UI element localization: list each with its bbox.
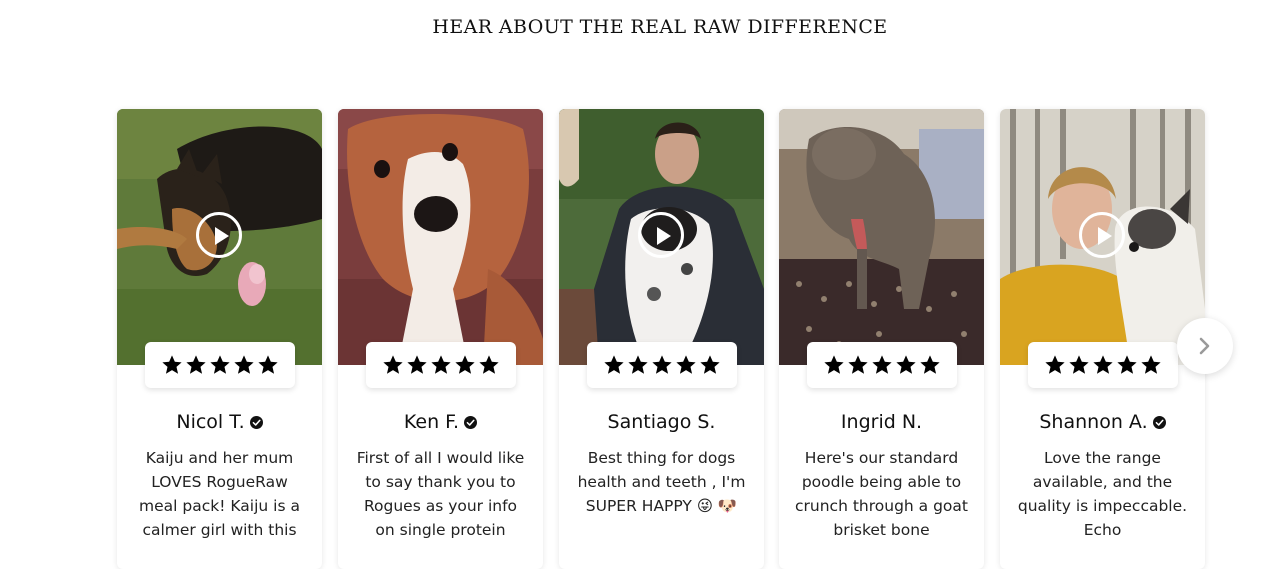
star-rating [806, 342, 957, 388]
chevron-right-icon [1199, 337, 1210, 355]
star-icon [603, 355, 624, 374]
verified-check-icon [249, 415, 263, 429]
reviewer-name-row: Santiago S. [559, 411, 764, 433]
carousel-next-button[interactable] [1177, 318, 1233, 374]
star-rating [1027, 342, 1178, 388]
review-video-thumbnail[interactable] [1000, 109, 1205, 365]
play-icon [214, 227, 229, 245]
reviewer-name-row: Ken F. [338, 411, 543, 433]
star-icon [871, 355, 892, 374]
poodle-image [779, 109, 984, 365]
review-text: Best thing for dogs health and teeth , I… [577, 449, 746, 515]
star-icon [847, 355, 868, 374]
reviewer-name: Ingrid N. [840, 411, 923, 433]
review-video-thumbnail[interactable] [779, 109, 984, 365]
star-icon [1092, 355, 1113, 374]
verified-check-icon [464, 415, 478, 429]
star-icon [675, 355, 696, 374]
reviewer-name-row: Ingrid N. [779, 411, 984, 433]
review-card: Nicol T. Kaiju and her mum LOVES RogueRa… [117, 109, 322, 569]
review-video-thumbnail[interactable] [559, 109, 764, 365]
review-video-thumbnail[interactable] [338, 109, 543, 365]
star-icon [627, 355, 648, 374]
review-text: Here's our standard poodle being able to… [795, 449, 968, 539]
review-text: Love the range available, and the qualit… [1017, 449, 1188, 539]
star-icon [161, 355, 182, 374]
play-button[interactable] [1078, 212, 1125, 258]
star-icon [382, 355, 403, 374]
review-card: Ingrid N. Here's our standard poodle bei… [779, 109, 984, 569]
verified-check-icon [1152, 415, 1166, 429]
star-icon [406, 355, 427, 374]
whippet-image [338, 109, 543, 365]
reviewer-name: Ken F. [403, 411, 460, 433]
review-text: Kaiju and her mum LOVES RogueRaw meal pa… [139, 449, 300, 539]
reviews-carousel: Nicol T. Kaiju and her mum LOVES RogueRa… [117, 109, 1207, 569]
star-icon [257, 355, 278, 374]
star-rating [586, 342, 737, 388]
reviewer-name-row: Nicol T. [117, 411, 322, 433]
star-icon [1068, 355, 1089, 374]
play-icon [656, 227, 671, 245]
star-icon [478, 355, 499, 374]
star-icon [185, 355, 206, 374]
star-icon [1044, 355, 1065, 374]
reviewer-name: Shannon A. [1039, 411, 1148, 433]
play-button[interactable] [637, 212, 684, 258]
star-icon [895, 355, 916, 374]
play-button[interactable] [195, 212, 242, 258]
star-icon [233, 355, 254, 374]
star-icon [699, 355, 720, 374]
review-video-thumbnail[interactable] [117, 109, 322, 365]
star-icon [1116, 355, 1137, 374]
star-icon [823, 355, 844, 374]
play-icon [1097, 227, 1112, 245]
star-icon [454, 355, 475, 374]
star-icon [209, 355, 230, 374]
section-title: HEAR ABOUT THE REAL RAW DIFFERENCE [432, 16, 888, 38]
reviewer-name-row: Shannon A. [1000, 411, 1205, 433]
reviewer-name: Santiago S. [607, 411, 716, 433]
star-icon [651, 355, 672, 374]
review-card: Shannon A. Love the range available, and… [1000, 109, 1205, 569]
review-text: First of all I would like to say thank y… [356, 449, 525, 539]
review-card: Ken F. First of all I would like to say … [338, 109, 543, 569]
star-rating [365, 342, 516, 388]
star-icon [919, 355, 940, 374]
reviewer-name: Nicol T. [176, 411, 245, 433]
star-icon [430, 355, 451, 374]
star-rating [144, 342, 295, 388]
star-icon [1140, 355, 1161, 374]
review-card: Santiago S. Best thing for dogs health a… [559, 109, 764, 569]
